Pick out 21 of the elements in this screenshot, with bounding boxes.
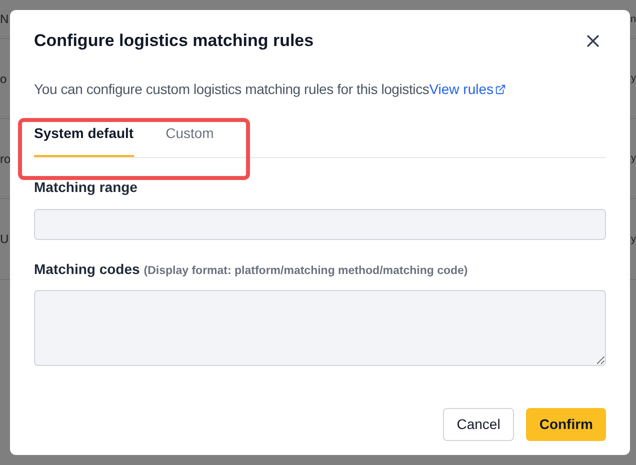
cancel-button[interactable]: Cancel [442, 408, 514, 441]
external-link-icon [494, 84, 506, 95]
table-cell-text: n [630, 12, 636, 26]
table-cell-text: N [0, 11, 9, 28]
view-rules-link[interactable]: View rules [429, 79, 506, 100]
table-cell-text: o [0, 70, 7, 88]
table-cell-text: y [631, 152, 636, 166]
table-cell-text: y [631, 72, 636, 86]
table-cell-text: U [0, 231, 9, 248]
tab[interactable]: System default [34, 123, 134, 157]
input-field[interactable] [34, 209, 606, 240]
table-cell-text: y [631, 232, 636, 246]
field-label: Matching codes [34, 260, 140, 279]
confirm-button[interactable]: Confirm [526, 408, 606, 441]
field-label: Matching range [34, 178, 138, 197]
description-text: You can configure custom logistics matching rules for this logistics [34, 80, 430, 99]
dialog-title: Configure logistics matching rules [34, 30, 314, 52]
table-cell-text: ro [0, 150, 11, 168]
format-hint: (Display format: platform/matching method/matching code) [144, 264, 468, 279]
input-field[interactable] [34, 290, 606, 366]
tab[interactable]: Custom [166, 123, 214, 157]
